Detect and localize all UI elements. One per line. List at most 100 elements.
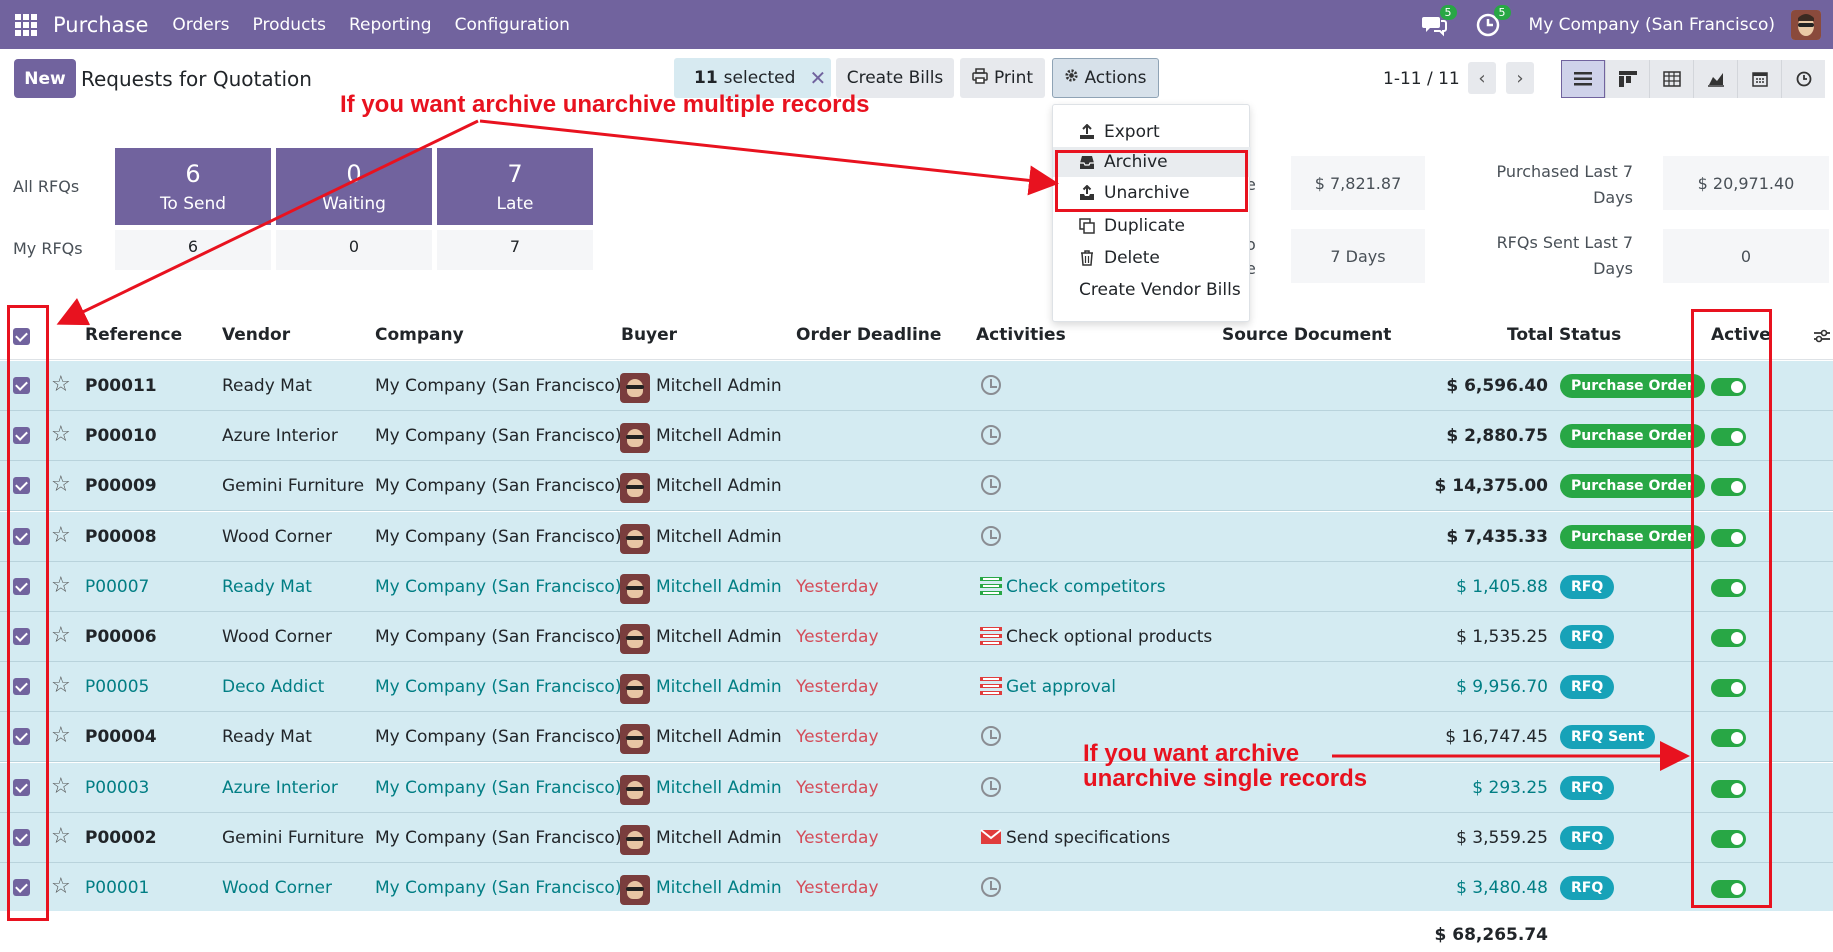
- star-icon[interactable]: ☆: [51, 422, 71, 447]
- cell-vendor: Ready Mat: [222, 576, 312, 597]
- cell-reference: P00006: [85, 627, 157, 647]
- user-avatar[interactable]: [1791, 9, 1821, 40]
- tile-to-send[interactable]: 6 To Send: [115, 148, 271, 225]
- table-row[interactable]: ☆ P00003 Azure Interior My Company (San Fra…: [0, 762, 1833, 813]
- status-badge: RFQ: [1560, 876, 1615, 900]
- cell-activity[interactable]: Check competitors: [1006, 577, 1166, 597]
- cell-activity[interactable]: Send specifications: [1006, 828, 1170, 848]
- col-activities[interactable]: Activities: [976, 325, 1066, 345]
- col-total[interactable]: Total: [1507, 325, 1553, 345]
- clock-icon[interactable]: [981, 425, 1001, 446]
- menu-delete[interactable]: Delete: [1053, 243, 1251, 273]
- star-icon[interactable]: ☆: [51, 874, 71, 899]
- list-view-icon[interactable]: [1561, 60, 1605, 98]
- cell-total: $ 6,596.40: [1446, 376, 1548, 396]
- pivot-view-icon[interactable]: [1649, 60, 1693, 98]
- col-status[interactable]: Status: [1559, 325, 1621, 345]
- print-button[interactable]: Print: [960, 58, 1045, 98]
- table-row[interactable]: ☆ P00006 Wood Corner My Company (San Franci…: [0, 612, 1833, 662]
- col-source-document[interactable]: Source Document: [1222, 325, 1391, 345]
- pager-next-icon[interactable]: ›: [1506, 62, 1534, 94]
- menu-export[interactable]: Export: [1053, 117, 1251, 147]
- my-to-send-count[interactable]: 6: [115, 230, 271, 270]
- menu-products[interactable]: Products: [253, 15, 326, 35]
- menu-configuration[interactable]: Configuration: [455, 15, 570, 35]
- cell-vendor: Azure Interior: [222, 426, 338, 447]
- cell-activity[interactable]: Check optional products: [1006, 627, 1212, 647]
- cell-reference: P00003: [85, 777, 150, 798]
- cell-order-deadline: Yesterday: [796, 878, 879, 898]
- star-icon[interactable]: ☆: [51, 523, 71, 548]
- cell-buyer: Mitchell Admin: [656, 827, 782, 848]
- tile-late[interactable]: 7 Late: [437, 148, 593, 225]
- table-row[interactable]: ☆ P00001 Wood Corner My Company (San Franci…: [0, 863, 1833, 913]
- list-green-icon[interactable]: [980, 576, 1002, 596]
- menu-create-vendor-bills[interactable]: Create Vendor Bills: [1053, 275, 1251, 305]
- table-row[interactable]: ☆ P00010 Azure Interior My Company (San Fra…: [0, 411, 1833, 462]
- clock-icon[interactable]: [981, 877, 1001, 897]
- cell-buyer: Mitchell Admin: [656, 376, 782, 396]
- status-badge: RFQ: [1560, 775, 1615, 800]
- activity-view-icon[interactable]: [1781, 60, 1825, 98]
- purchased-last-7-label: Purchased Last 7 Days: [1480, 159, 1634, 211]
- pager-previous-icon[interactable]: ‹: [1468, 62, 1496, 94]
- star-icon[interactable]: ☆: [51, 372, 71, 397]
- tile-waiting[interactable]: 0 Waiting: [276, 148, 432, 225]
- clear-selection-icon[interactable]: ✕: [809, 66, 826, 90]
- my-late-count[interactable]: 7: [437, 230, 593, 270]
- clock-icon[interactable]: [981, 375, 1001, 395]
- cell-total: $ 14,375.00: [1434, 476, 1548, 497]
- clock-icon[interactable]: [981, 726, 1001, 747]
- col-reference[interactable]: Reference: [85, 325, 182, 345]
- envelope-red-icon[interactable]: [980, 827, 1002, 847]
- activity-clock-icon[interactable]: 5: [1475, 4, 1511, 38]
- star-icon[interactable]: ☆: [51, 723, 71, 748]
- star-icon[interactable]: ☆: [51, 573, 71, 598]
- table-row[interactable]: ☆ P00002 Gemini Furniture My Company (San F…: [0, 812, 1833, 863]
- star-icon[interactable]: ☆: [51, 774, 71, 799]
- table-row[interactable]: ☆ P00008 Wood Corner My Company (San Franci…: [0, 511, 1833, 562]
- list-red-icon[interactable]: [980, 676, 1002, 696]
- cell-vendor: Ready Mat: [222, 376, 312, 396]
- chat-icon[interactable]: 5: [1421, 4, 1457, 38]
- purchased-label-line-2: Days: [1593, 188, 1633, 207]
- menu-orders[interactable]: Orders: [172, 15, 229, 35]
- clock-icon[interactable]: [981, 475, 1001, 496]
- checkbox-highlight-box: [7, 305, 49, 921]
- col-order-deadline[interactable]: Order Deadline: [796, 325, 941, 345]
- status-badge: Purchase Order: [1560, 524, 1705, 549]
- table-row[interactable]: ☆ P00005 Deco Addict My Company (San Franci…: [0, 662, 1833, 713]
- col-buyer[interactable]: Buyer: [621, 325, 677, 345]
- kanban-view-icon[interactable]: [1605, 60, 1649, 98]
- buyer-avatar: [620, 724, 650, 755]
- app-name[interactable]: Purchase: [53, 13, 148, 37]
- star-icon[interactable]: ☆: [51, 673, 71, 698]
- cell-company: My Company (San Francisco): [375, 627, 622, 647]
- new-button[interactable]: New: [14, 59, 76, 98]
- status-badge: RFQ: [1560, 825, 1615, 850]
- menu-reporting[interactable]: Reporting: [349, 15, 432, 35]
- col-vendor[interactable]: Vendor: [222, 325, 290, 345]
- apps-grid-icon[interactable]: [15, 13, 37, 36]
- star-icon[interactable]: ☆: [51, 623, 71, 648]
- table-row[interactable]: ☆ P00011 Ready Mat My Company (San Francisc…: [0, 361, 1833, 411]
- star-icon[interactable]: ☆: [51, 472, 71, 497]
- table-row[interactable]: ☆ P00009 Gemini Furniture My Company (San F…: [0, 461, 1833, 512]
- my-waiting-count[interactable]: 0: [276, 230, 432, 270]
- cell-buyer: Mitchell Admin: [656, 426, 782, 447]
- company-switcher[interactable]: My Company (San Francisco): [1529, 15, 1775, 35]
- table-row[interactable]: ☆ P00004 Ready Mat My Company (San Francisc…: [0, 712, 1833, 763]
- star-icon[interactable]: ☆: [51, 824, 71, 849]
- clock-icon[interactable]: [981, 776, 1001, 797]
- col-company[interactable]: Company: [375, 325, 464, 345]
- calendar-view-icon[interactable]: [1737, 60, 1781, 98]
- menu-duplicate[interactable]: Duplicate: [1053, 211, 1251, 241]
- cell-activity[interactable]: Get approval: [1006, 677, 1116, 697]
- list-red-icon[interactable]: [980, 626, 1002, 646]
- optional-columns-icon[interactable]: [1812, 327, 1832, 350]
- actions-button[interactable]: Actions: [1052, 58, 1159, 98]
- clock-icon[interactable]: [981, 525, 1001, 546]
- table-row[interactable]: ☆ P00007 Ready Mat My Company (San Francisc…: [0, 561, 1833, 612]
- graph-view-icon[interactable]: [1693, 60, 1737, 98]
- pager-value[interactable]: 1-11 / 11: [1383, 69, 1460, 89]
